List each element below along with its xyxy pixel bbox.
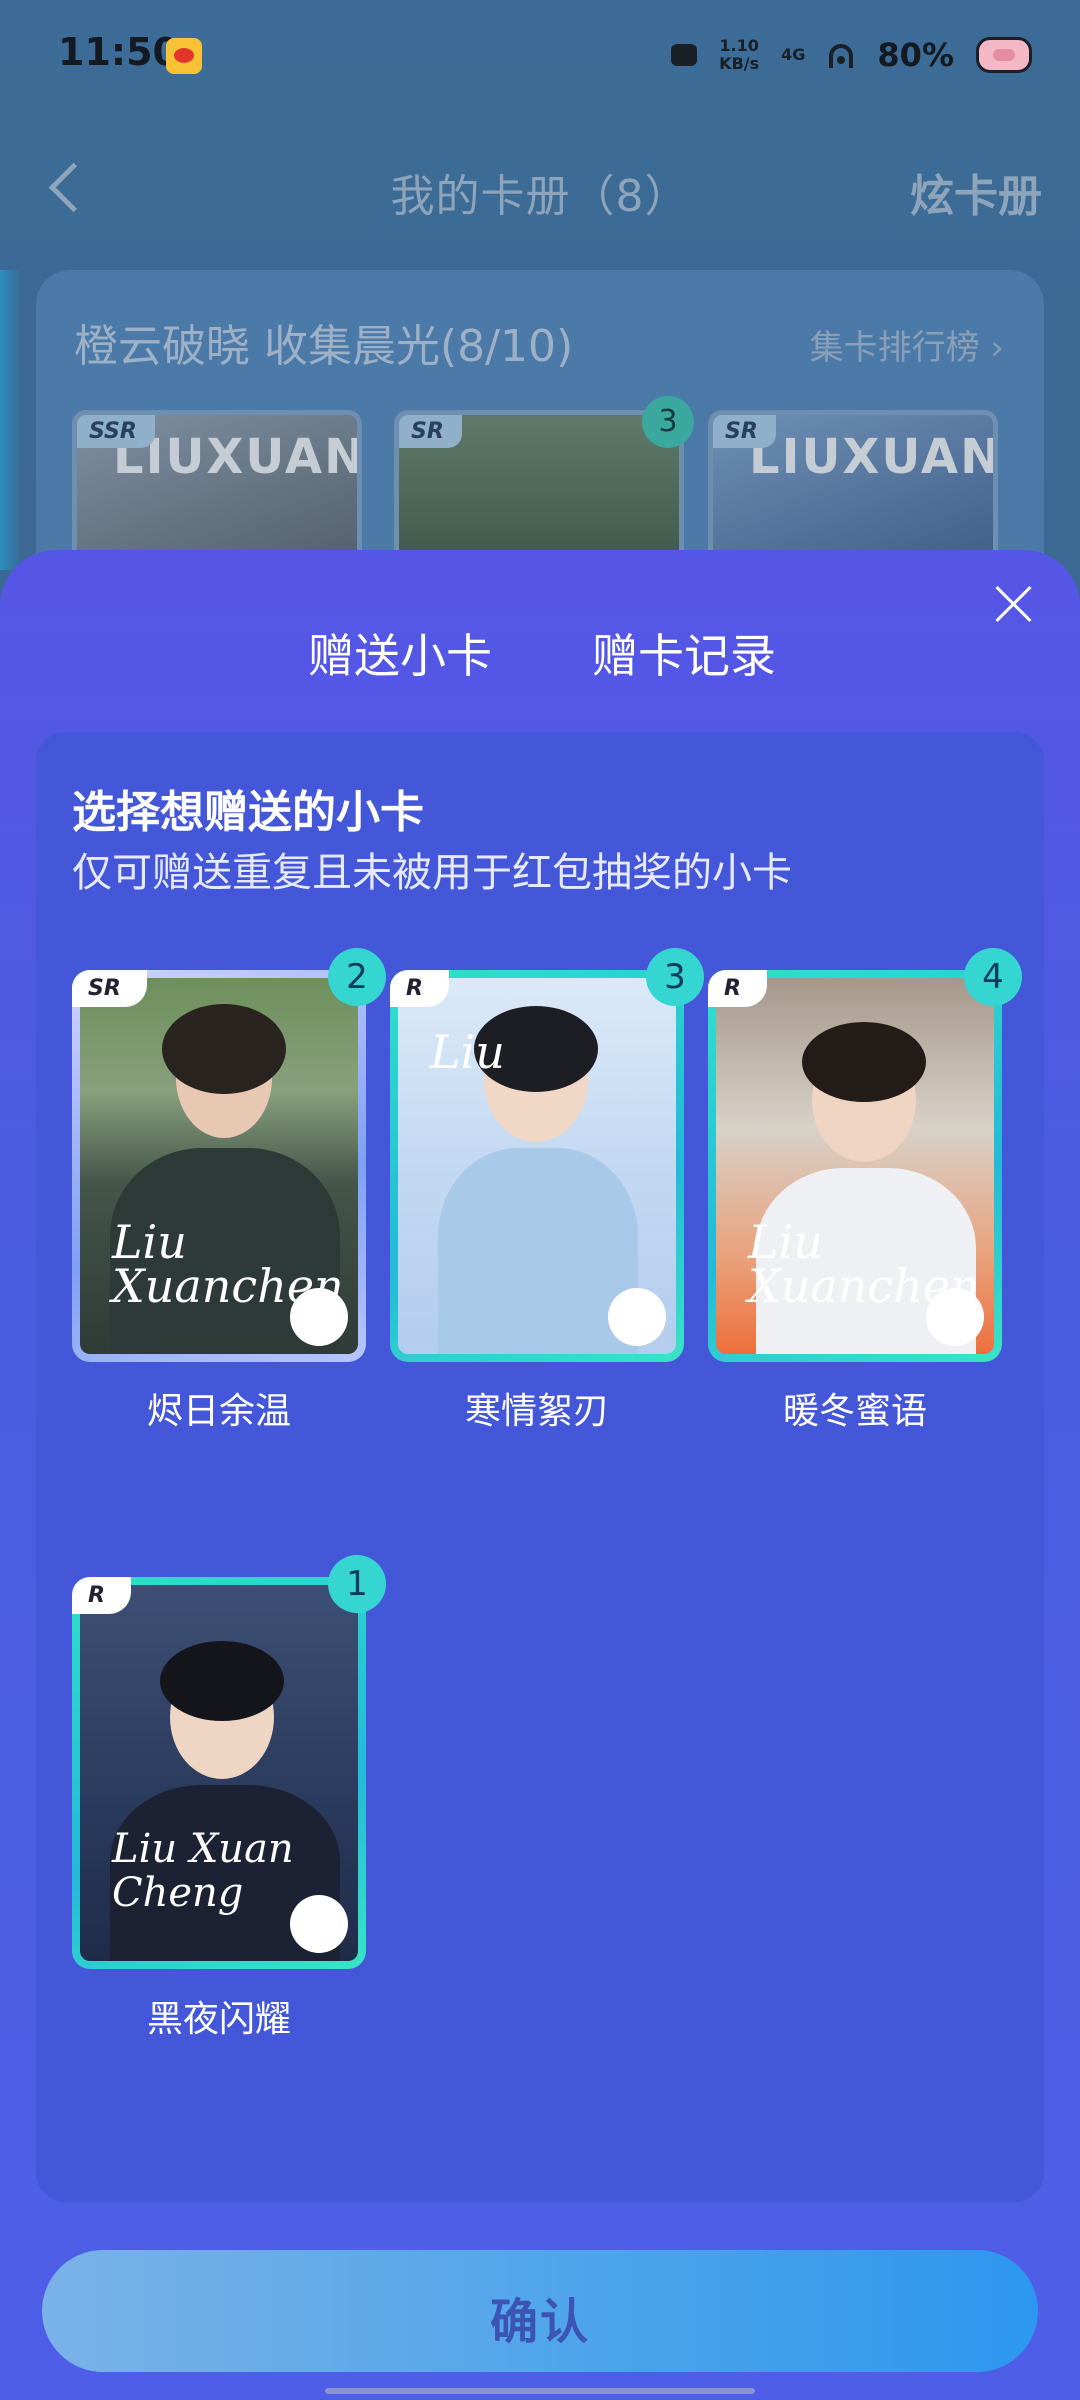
rarity-badge: SR	[399, 415, 462, 448]
collection-thumb[interactable]: SR	[394, 410, 684, 570]
photo-card[interactable]: Liu R 3	[390, 948, 704, 1362]
card-name: 烬日余温	[146, 1391, 291, 1432]
select-radio[interactable]	[608, 1288, 666, 1346]
battery-pig-icon	[976, 37, 1032, 73]
card-script-text: Liu	[430, 1025, 505, 1079]
photo-card[interactable]: Liu Xuan Cheng R 1	[72, 1555, 386, 1969]
status-bar: 11:50 1.10 KB/s 4G 80%	[0, 0, 1080, 110]
select-radio[interactable]	[926, 1288, 984, 1346]
wifi-icon	[827, 42, 855, 68]
status-indicators: 1.10 KB/s 4G 80%	[671, 30, 1032, 80]
select-radio[interactable]	[290, 1288, 348, 1346]
background-edge	[0, 270, 22, 570]
tab-gift-card[interactable]: 赠送小卡	[308, 620, 492, 686]
count-badge: 3	[642, 396, 694, 448]
status-time: 11:50	[58, 30, 179, 74]
confirm-button-label: 确认	[489, 2294, 590, 2350]
collection-title: 橙云破晓 收集晨光(8/10)	[74, 321, 574, 372]
app-notification-icon	[671, 44, 698, 66]
show-album-button[interactable]: 炫卡册	[910, 160, 1042, 224]
nav-bar: 我的卡册（8） 炫卡册	[0, 140, 1080, 240]
count-badge: 2	[328, 948, 386, 1006]
rarity-badge: R	[708, 970, 767, 1007]
card-name: 黑夜闪耀	[146, 1999, 291, 2040]
collection-thumb-text: LIUXUAN	[749, 429, 998, 485]
photo-card[interactable]: Liu Xuanchen SR 2	[72, 948, 386, 1362]
card-name: 暖冬蜜语	[782, 1391, 927, 1432]
gift-card-sheet: 赠送小卡 赠卡记录 选择想赠送的小卡 仅可赠送重复且未被用于红包抽奖的小卡 Li…	[0, 550, 1080, 2400]
home-indicator[interactable]	[325, 2388, 755, 2394]
rarity-badge: SSR	[77, 415, 155, 448]
network-speed-unit: KB/s	[719, 54, 760, 73]
count-badge: 3	[646, 948, 704, 1006]
collection-thumb[interactable]: LIUXUAN SR	[708, 410, 998, 570]
confirm-button[interactable]: 确认	[42, 2250, 1038, 2372]
rarity-badge: R	[72, 1577, 131, 1614]
rarity-badge: SR	[72, 970, 147, 1007]
battery-level: 80%	[877, 36, 954, 74]
weibo-icon	[166, 38, 202, 74]
photo-card[interactable]: Liu Xuanchen R 4	[708, 948, 1022, 1362]
rarity-badge: R	[390, 970, 449, 1007]
panel-title: 选择想赠送的小卡	[72, 787, 424, 838]
ranking-link[interactable]: 集卡排行榜 ›	[810, 320, 1004, 369]
card-selection-panel: 选择想赠送的小卡 仅可赠送重复且未被用于红包抽奖的小卡 Liu Xuanchen…	[36, 732, 1044, 2202]
collection-thumb[interactable]: LIUXUAN SSR	[72, 410, 362, 570]
rarity-badge: SR	[713, 415, 776, 448]
network-speed: 1.10 KB/s	[719, 37, 759, 73]
network-speed-value: 1.10	[719, 36, 759, 55]
select-radio[interactable]	[290, 1895, 348, 1953]
panel-subtitle: 仅可赠送重复且未被用于红包抽奖的小卡	[72, 850, 792, 896]
card-name: 寒情絮刃	[464, 1391, 609, 1432]
count-badge: 4	[964, 948, 1022, 1006]
sheet-tabs: 赠送小卡 赠卡记录	[0, 620, 1080, 764]
cellular-signal-icon: 4G	[781, 45, 806, 64]
tab-gift-record[interactable]: 赠卡记录	[592, 620, 776, 686]
count-badge: 1	[328, 1555, 386, 1613]
